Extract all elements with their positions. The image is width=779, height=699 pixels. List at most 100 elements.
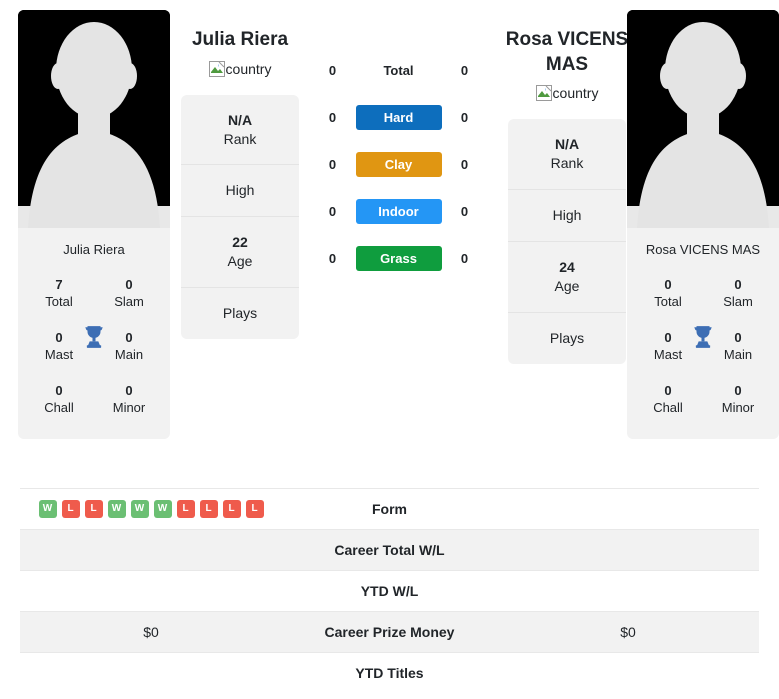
table-row-ytd-wl: YTD W/L [20,570,759,611]
rank-label: Rank [550,155,584,172]
row-label-form: Form [372,501,407,517]
form-cell-left: WLLWWWLLLL [20,500,282,518]
country-alt-text: country [225,60,272,77]
surface-score-right: 0 [460,251,469,266]
plays-label: Plays [549,329,585,346]
stat-cell: 0 Total [633,268,703,321]
row-label-career-prize-money: Career Prize Money [324,624,455,640]
player-stats-grid-right: 0 Total 0 Slam 0 Mast 0 Main 0 Chall 0 M… [627,268,779,439]
form-badge-loss: L [61,500,80,518]
comparison-table: WLLWWWLLLL Form Career Total W/L YTD W/L… [20,488,759,693]
player-name-right: Rosa VICENS MAS [505,29,629,75]
surface-badge-indoor: Indoor [355,199,442,224]
form-badge-win: W [107,500,126,518]
stat-cell: 0 Minor [703,374,773,427]
surface-badge-total: Total [383,63,414,78]
row-label-career-total-wl: Career Total W/L [334,542,445,558]
form-badge-loss: L [222,500,241,518]
player-card-right[interactable]: Rosa VICENS MAS 0 Total 0 Slam 0 Mast 0 … [627,10,779,439]
stat-value: 0 [55,382,63,398]
age-value: 24 [559,259,575,276]
age-value: 22 [232,234,248,251]
stat-cell: 0 Slam [94,268,164,321]
surface-row-clay: 0 Clay 0 [300,152,497,177]
info-row-high: High [181,165,299,218]
stat-label: Slam [114,294,144,310]
stat-label: Main [723,347,753,363]
age-label: Age [554,277,580,294]
value-right: $0 [620,624,636,640]
stat-value: 7 [55,276,63,292]
plays-label: Plays [222,305,258,322]
player-photo-name-left: Julia Riera [63,242,125,257]
rank-value: N/A [227,111,253,128]
surface-row-hard: 0 Hard 0 [300,105,497,130]
stat-label: Total [45,294,73,310]
form-badge-loss: L [245,500,264,518]
form-badge-loss: L [199,500,218,518]
stat-value: 0 [125,329,133,345]
stat-cell: 0 Slam [703,268,773,321]
country-alt-text: country [552,85,599,102]
broken-image-icon [208,60,225,77]
row-label-ytd-wl: YTD W/L [360,583,419,599]
table-row-form: WLLWWWLLLL Form [20,488,759,529]
high-label: High [552,207,582,224]
table-row-career-prize-money: $0 Career Prize Money $0 [20,611,759,652]
value-left: $0 [143,624,159,640]
player-comparison-page: Julia Riera 7 Total 0 Slam 0 Mast 0 Main [0,0,779,699]
form-badge-loss: L [176,500,195,518]
stat-label: Chall [653,400,683,416]
player-stats-grid-left: 7 Total 0 Slam 0 Mast 0 Main 0 Chall 0 M… [18,268,170,439]
stat-label: Minor [112,400,146,416]
age-label: Age [227,253,253,270]
surface-score-left: 0 [328,110,337,125]
surface-score-left: 0 [328,204,337,219]
surface-row-indoor: 0 Indoor 0 [300,199,497,224]
player-name-left: Julia Riera [191,29,289,50]
player-info-column-right: Rosa VICENS MAS country N/A Rank High 24… [506,0,628,364]
comparison-top-area: Julia Riera 7 Total 0 Slam 0 Mast 0 Main [0,0,779,478]
surface-score-right: 0 [460,63,469,78]
row-label-ytd-titles: YTD Titles [355,665,424,681]
surface-badge-grass: Grass [355,246,442,271]
info-row-age: 22 Age [181,217,299,289]
stat-label: Minor [721,400,755,416]
stat-cell: 0 Minor [94,374,164,427]
info-row-plays: Plays [508,313,626,364]
stat-value: 0 [734,329,742,345]
stat-value: 0 [734,382,742,398]
form-badges-left: WLLWWWLLLL [38,500,264,518]
stat-cell: 0 Main [94,321,164,374]
surface-score-left: 0 [328,63,337,78]
surface-score-right: 0 [460,110,469,125]
surface-badge-hard: Hard [355,105,442,130]
info-row-age: 24 Age [508,242,626,313]
surface-score-left: 0 [328,251,337,266]
surface-row-grass: 0 Grass 0 [300,246,497,271]
player-photo-name-right: Rosa VICENS MAS [645,242,761,257]
stat-label: Mast [653,347,683,363]
info-row-plays: Plays [181,288,299,339]
player-info-panel-right: N/A Rank High 24 Age Plays [508,119,626,364]
stat-value: 0 [664,382,672,398]
stat-label: Mast [44,347,74,363]
country-flag-right: country [535,85,599,102]
surface-row-total: 0 Total 0 [300,58,497,83]
surface-comparison-column: 0 Total 0 0 Hard 0 0 Clay 0 0 Indoor 0 0 [300,0,497,271]
info-row-rank: N/A Rank [181,95,299,166]
stat-value: 0 [664,276,672,292]
stat-cell: 0 Chall [24,374,94,427]
stat-label: Main [114,347,144,363]
stat-cell: 0 Main [703,321,773,374]
player-card-left[interactable]: Julia Riera 7 Total 0 Slam 0 Mast 0 Main [18,10,170,439]
form-badge-win: W [38,500,57,518]
stat-value: 0 [125,276,133,292]
rank-value: N/A [554,136,580,153]
high-label: High [225,182,255,199]
stat-label: Slam [723,294,753,310]
surface-score-left: 0 [328,157,337,172]
stat-cell: 0 Mast [633,321,703,374]
stat-value: 0 [664,329,672,345]
stat-cell: 0 Mast [24,321,94,374]
